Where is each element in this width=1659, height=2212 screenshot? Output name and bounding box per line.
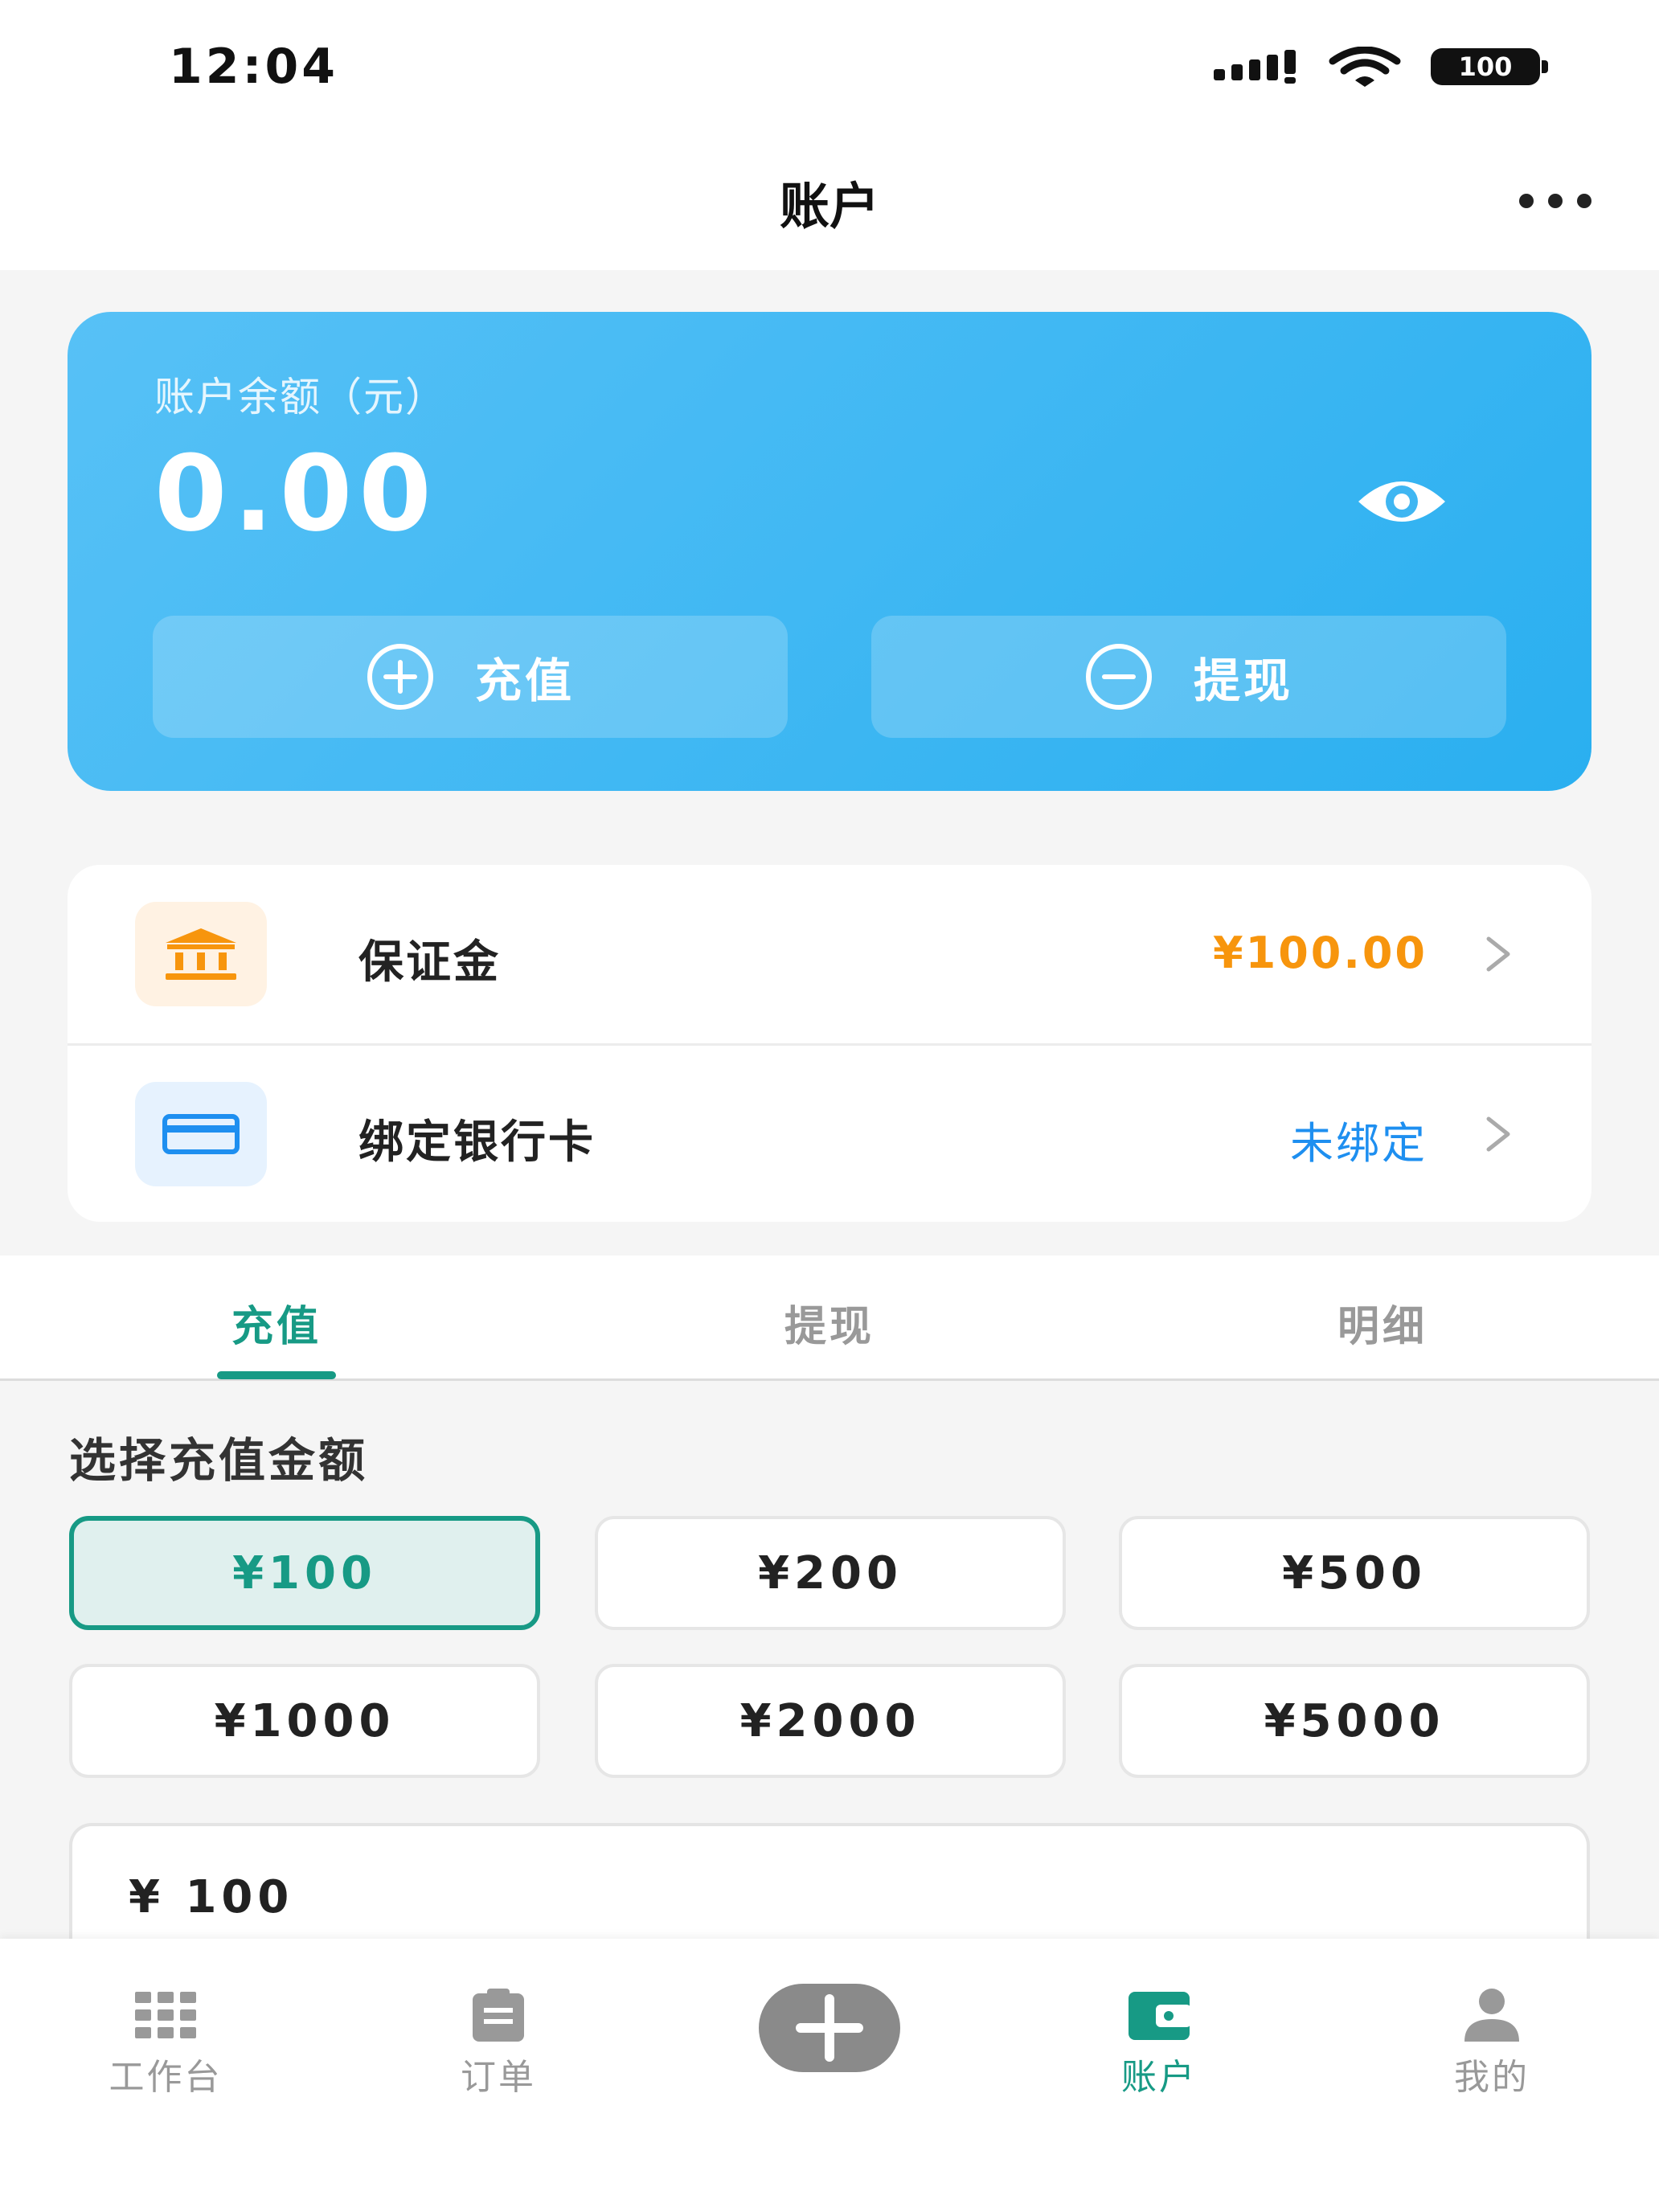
balance-label: 账户余额（元） [154, 374, 447, 420]
bank-card-title: 绑定银行卡 [358, 1116, 596, 1169]
withdraw-button-label: 提现 [1193, 653, 1293, 708]
amount-option-2000[interactable]: ¥2000 [595, 1664, 1066, 1778]
tabbar-item-orders[interactable]: 订单 [378, 1987, 619, 2099]
deposit-title: 保证金 [358, 936, 501, 989]
tab-indicator [217, 1371, 336, 1379]
tabbar-label: 工作台 [109, 2057, 223, 2098]
eye-icon[interactable] [1354, 473, 1450, 530]
tabbar-label: 订单 [461, 2057, 536, 2098]
status-bar: 12:04 100 [0, 0, 1659, 137]
user-icon [1464, 1989, 1519, 2042]
plus-icon [796, 1994, 863, 2062]
amount-option-1000[interactable]: ¥1000 [69, 1664, 540, 1778]
credit-card-icon [162, 1114, 240, 1154]
tabbar-item-profile[interactable]: 我的 [1371, 1987, 1612, 2099]
list-item-bank-card[interactable]: 绑定银行卡 未绑定 [68, 1045, 1591, 1223]
amount-option-5000[interactable]: ¥5000 [1119, 1664, 1590, 1778]
nav-bar: 账户 [0, 137, 1659, 270]
grid-icon [135, 1992, 196, 2038]
deposit-badge [135, 902, 267, 1006]
more-options-icon[interactable] [1519, 185, 1591, 217]
balance-amount: 0.00 [154, 432, 438, 555]
tabbar-item-workbench[interactable]: 工作台 [45, 1987, 286, 2099]
recharge-button[interactable]: 充值 [153, 616, 788, 738]
bank-card-badge [135, 1082, 267, 1186]
battery-icon: 100 [1431, 48, 1548, 85]
bank-card-value: 未绑定 [1290, 1118, 1428, 1169]
tab-bar: 充值 提现 明细 [0, 1256, 1659, 1381]
amount-option-200[interactable]: ¥200 [595, 1516, 1066, 1630]
chevron-right-icon [1486, 936, 1510, 972]
plus-circle-icon [367, 644, 433, 710]
tab-recharge[interactable]: 充值 [0, 1292, 553, 1353]
list-item-deposit[interactable]: 保证金 ¥100.00 [68, 865, 1591, 1043]
battery-level: 100 [1431, 48, 1540, 85]
recharge-button-label: 充值 [474, 653, 575, 708]
amount-option-100[interactable]: ¥100 [69, 1516, 540, 1630]
bottom-tab-bar: 工作台 订单 账户 我的 [0, 1939, 1659, 2212]
add-button[interactable] [759, 1984, 900, 2072]
section-title: 选择充值金额 [69, 1433, 369, 1488]
chevron-right-icon [1486, 1116, 1510, 1152]
tabbar-item-account[interactable]: 账户 [1038, 1987, 1280, 2099]
clipboard-icon [473, 1989, 524, 2042]
amount-option-500[interactable]: ¥500 [1119, 1516, 1590, 1630]
status-time: 12:04 [169, 39, 338, 95]
bank-building-icon [166, 928, 236, 980]
cellular-signal-icon [1214, 50, 1296, 84]
page-title: 账户 [779, 177, 879, 236]
tab-details[interactable]: 明细 [1106, 1292, 1659, 1353]
account-list: 保证金 ¥100.00 绑定银行卡 未绑定 [68, 865, 1591, 1222]
wifi-icon [1329, 47, 1401, 87]
wallet-icon [1129, 1992, 1191, 2040]
withdraw-button[interactable]: 提现 [871, 616, 1506, 738]
tab-withdraw[interactable]: 提现 [553, 1292, 1106, 1353]
tabbar-label: 账户 [1121, 2057, 1197, 2098]
minus-circle-icon [1085, 644, 1152, 710]
deposit-value: ¥100.00 [1213, 928, 1428, 978]
balance-card: 账户余额（元） 0.00 充值 提现 [68, 312, 1591, 791]
tabbar-label: 我的 [1454, 2057, 1530, 2098]
